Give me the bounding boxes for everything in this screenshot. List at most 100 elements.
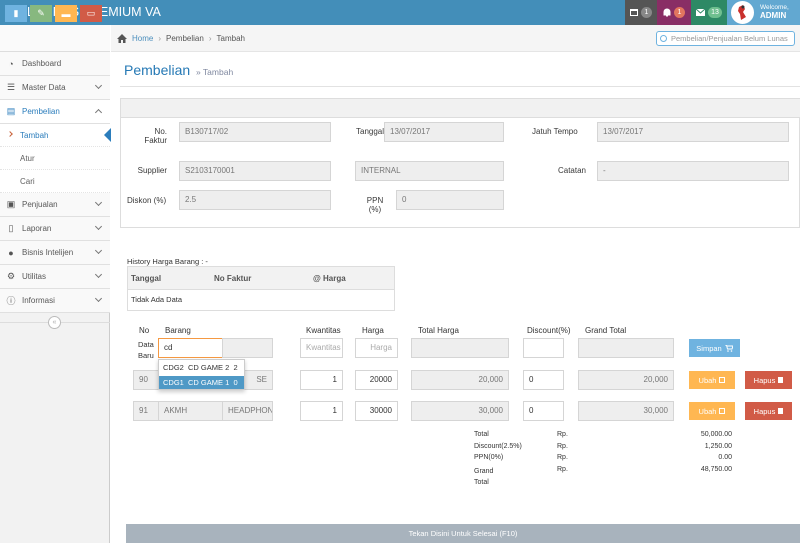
ppn-field[interactable]: 0	[396, 190, 504, 210]
title-divider	[120, 86, 800, 87]
inbox-icon	[630, 9, 638, 16]
supplier-code-field[interactable]: S2103170001	[179, 161, 331, 181]
no-faktur-label: No. Faktur	[144, 127, 167, 145]
chevron-down-icon	[94, 198, 103, 207]
sidebar-item-laporan[interactable]: ▯ Laporan	[0, 217, 110, 241]
col-header-discount: Discount(%)	[527, 326, 571, 335]
search-icon	[660, 35, 667, 42]
row-no-field[interactable]: 90	[133, 370, 159, 390]
breadcrumb-separator-icon: ›	[208, 34, 212, 43]
barang-name-field[interactable]	[222, 338, 273, 358]
money-icon: ▣	[6, 199, 16, 209]
row-total-field[interactable]: 20,000	[411, 370, 509, 390]
ubah-button[interactable]: Ubah	[689, 371, 735, 389]
jatuh-tempo-label: Jatuh Tempo	[532, 127, 578, 136]
sidebar-subitem-atur[interactable]: Atur	[0, 147, 110, 170]
breadcrumb-section[interactable]: Pembelian	[166, 34, 204, 43]
sidebar-collapse-button[interactable]: «	[48, 316, 61, 329]
breadcrumb-current: Tambah	[216, 34, 245, 43]
sidebar-subitem-tambah[interactable]: Tambah	[0, 124, 110, 147]
sidebar-item-bisnis-intelijen[interactable]: ● Bisnis Intelijen	[0, 241, 110, 265]
discount-currency: Rp.	[557, 443, 568, 450]
sidebar-item-utilitas[interactable]: ⚙ Utilitas	[0, 265, 110, 289]
diskon-field[interactable]: 2.5	[179, 190, 331, 210]
sidebar-item-pembelian[interactable]: ▤ Pembelian	[0, 100, 110, 124]
finish-button[interactable]: Tekan Disini Untuk Selesai (F10)	[126, 524, 800, 543]
row-no-field[interactable]: 91	[133, 401, 159, 421]
chevron-down-icon	[94, 246, 103, 255]
welcome-label: Welcome,	[760, 4, 789, 11]
row-code-field[interactable]: AKMH	[158, 401, 223, 421]
sidebar-item-dashboard[interactable]: ◔ Dashboard	[0, 52, 110, 76]
grand-total-label: Grand Total	[474, 468, 494, 486]
barang-search-input[interactable]: cd	[158, 338, 223, 358]
notifications-button[interactable]: 1	[657, 0, 691, 25]
sidebar-subitem-cari[interactable]: Cari	[0, 170, 110, 193]
row-discount-input[interactable]: 0	[523, 370, 564, 390]
col-header-total-harga: Total Harga	[418, 326, 459, 335]
row-harga-input[interactable]: 30000	[355, 401, 398, 421]
row-qty-input[interactable]: 1	[300, 370, 343, 390]
sidebar-item-label: Master Data	[22, 83, 66, 92]
sidebar-item-informasi[interactable]: ⓘ Informasi	[0, 289, 110, 313]
tanggal-field[interactable]: 13/07/2017	[384, 122, 504, 142]
user-icon: ●	[8, 247, 14, 258]
col-header-no: No	[139, 326, 150, 335]
avatar[interactable]	[731, 1, 754, 24]
sidebar-item-master-data[interactable]: ☰ Master Data	[0, 76, 110, 100]
supplier-name-field[interactable]: INTERNAL	[355, 161, 504, 181]
shortcut-signal-button[interactable]: ▮	[5, 5, 27, 22]
grand-total-value: 48,750.00	[700, 466, 732, 473]
simpan-button[interactable]: Simpan	[689, 339, 740, 357]
grand-total-field[interactable]	[578, 338, 674, 358]
welcome-text[interactable]: Welcome, ADMIN	[760, 4, 789, 21]
row-harga-input[interactable]: 20000	[355, 370, 398, 390]
total-currency: Rp.	[557, 431, 568, 438]
catatan-label: Catatan	[557, 166, 586, 175]
basket-icon: ▬	[61, 8, 71, 19]
ubah-button[interactable]: Ubah	[689, 402, 735, 420]
hapus-button[interactable]: Hapus	[745, 402, 792, 420]
row-qty-input[interactable]: 1	[300, 401, 343, 421]
cogs-icon: ⚙	[6, 271, 16, 281]
hapus-button[interactable]: Hapus	[745, 371, 792, 389]
autocomplete-option-selected[interactable]: CDG1 CD GAME 1 0	[159, 376, 244, 389]
file-icon: ▯	[8, 223, 14, 233]
shortcut-money-button[interactable]: ▭	[80, 5, 102, 22]
no-faktur-field[interactable]: B130717/02	[179, 122, 331, 142]
row-discount-input[interactable]: 0	[523, 401, 564, 421]
shortcut-pencil-button[interactable]: ✎	[30, 5, 52, 22]
tanggal-label: Tanggal	[356, 127, 385, 136]
total-harga-field[interactable]	[411, 338, 509, 358]
diskon-label: Diskon (%)	[127, 196, 167, 205]
sidebar-item-label: Pembelian	[22, 107, 60, 116]
tasks-button[interactable]: 1	[625, 0, 657, 25]
jatuh-tempo-field[interactable]: 13/07/2017	[597, 122, 789, 142]
sidebar-item-penjualan[interactable]: ▣ Penjualan	[0, 193, 110, 217]
grand-currency: Rp.	[557, 466, 568, 473]
sidebar-item-label: Penjualan	[22, 200, 58, 209]
catatan-field[interactable]: -	[597, 161, 789, 181]
row-grand-field[interactable]: 30,000	[578, 401, 674, 421]
supplier-label: Supplier	[137, 166, 167, 175]
row-grand-field[interactable]: 20,000	[578, 370, 674, 390]
sidebar-item-label: Bisnis Intelijen	[22, 248, 74, 257]
page-subtitle: » Tambah	[196, 67, 234, 77]
breadcrumb-home[interactable]: Home	[132, 34, 153, 43]
tasks-badge: 1	[641, 7, 652, 18]
search-input[interactable]: Pembelian/Penjualan Belum Lunas	[656, 31, 795, 46]
users-icon: ✎	[37, 8, 45, 18]
harga-input[interactable]: Harga	[355, 338, 398, 358]
trash-icon	[778, 377, 784, 383]
history-header-tanggal: Tanggal	[131, 274, 162, 283]
kwantitas-input[interactable]: Kwantitas	[300, 338, 343, 358]
mail-button[interactable]: 13	[691, 0, 727, 25]
shortcut-basket-button[interactable]: ▬	[55, 5, 77, 22]
row-name-field[interactable]: HEADPHON	[222, 401, 273, 421]
autocomplete-option[interactable]: CDG2 CD GAME 2 2	[159, 361, 244, 374]
discount-input[interactable]	[523, 338, 564, 358]
simpan-label: Simpan	[696, 343, 722, 353]
info-icon: ⓘ	[6, 296, 16, 306]
home-icon	[117, 34, 127, 43]
row-total-field[interactable]: 30,000	[411, 401, 509, 421]
